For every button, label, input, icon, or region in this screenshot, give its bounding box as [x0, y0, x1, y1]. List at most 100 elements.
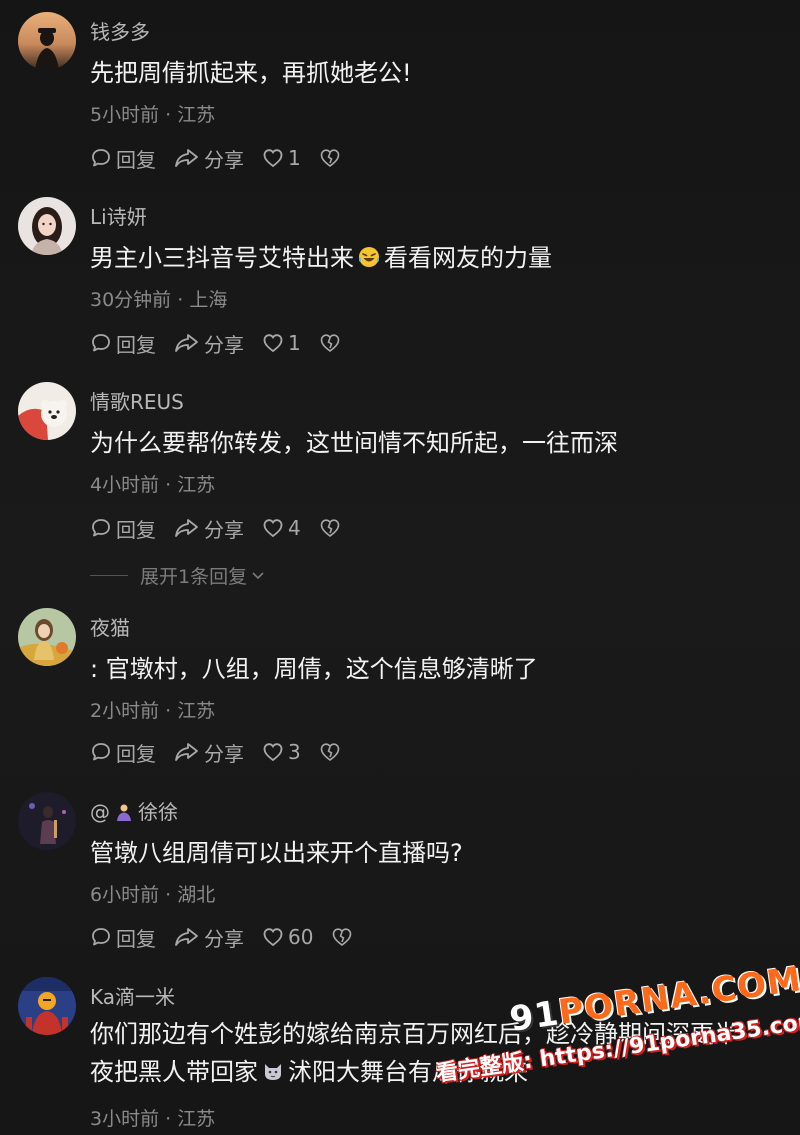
share-button[interactable]: 分享 [174, 923, 244, 952]
username-text: 徐徐 [138, 800, 178, 824]
like-button[interactable]: 60 [262, 925, 313, 949]
comment-time: 4小时前 [90, 474, 160, 496]
cat-emoji-icon [265, 1064, 281, 1080]
comment-actions: 回复 分享 60 [90, 923, 375, 952]
share-icon [175, 519, 198, 537]
share-button[interactable]: 分享 [174, 329, 244, 358]
heart-icon [263, 334, 283, 353]
like-button[interactable]: 1 [262, 146, 301, 170]
like-count: 1 [288, 146, 301, 170]
person-emoji-icon [117, 804, 131, 821]
username-prefix: @ [90, 800, 110, 824]
expand-replies-button[interactable]: 展开1条回复 [90, 562, 267, 588]
like-count: 60 [288, 925, 314, 949]
comment-text: 先把周倩抓起来，再抓她老公! [90, 59, 412, 87]
share-button[interactable]: 分享 [174, 514, 244, 543]
share-icon [175, 743, 198, 761]
avatar[interactable] [18, 382, 76, 440]
comment-location: 上海 [189, 289, 228, 311]
comment-meta: 6小时前 · 湖北 [90, 880, 215, 907]
reply-button[interactable]: 回复 [90, 514, 156, 543]
comment-text: 为什么要帮你转发，这世间情不知所起，一往而深 [90, 429, 618, 457]
comment-text: : 官墩村，八组，周倩，这个信息够清晰了 [90, 655, 538, 683]
comment-username[interactable]: @ 徐徐 [90, 796, 178, 825]
reply-label: 回复 [116, 926, 156, 951]
dislike-button[interactable] [331, 926, 357, 948]
reply-icon [92, 743, 110, 761]
comment-text-line: 你们那边有个姓彭的嫁给南京百万网红后，趁冷静期间深更半 [90, 1020, 738, 1048]
like-count: 3 [288, 740, 301, 764]
comment-actions: 回复 分享 1 [90, 144, 363, 173]
comment-location: 湖北 [177, 884, 216, 906]
reply-button[interactable]: 回复 [90, 329, 156, 358]
comment-text: 男主小三抖音号艾特出来 看看网友的力量 [90, 239, 790, 277]
comment-time: 5小时前 [90, 104, 160, 126]
reply-button[interactable]: 回复 [90, 144, 156, 173]
comment-actions: 回复 分享 4 [90, 514, 363, 543]
meta-separator: · [165, 474, 178, 496]
avatar[interactable] [18, 977, 76, 1035]
share-icon [175, 334, 198, 352]
share-label: 分享 [204, 741, 244, 766]
share-button[interactable]: 分享 [174, 144, 244, 173]
reply-label: 回复 [116, 517, 156, 542]
comment-username[interactable]: Li诗妍 [90, 201, 147, 230]
meta-separator: · [165, 700, 178, 722]
dislike-button[interactable] [319, 517, 345, 539]
reply-icon [92, 149, 110, 167]
comment-meta: 3小时前 · 江苏 [90, 1104, 215, 1131]
share-icon [175, 928, 198, 946]
comment-time: 30分钟前 [90, 289, 172, 311]
comment-location: 江苏 [177, 104, 216, 126]
avatar[interactable] [18, 608, 76, 666]
reply-label: 回复 [116, 332, 156, 357]
reply-button[interactable]: 回复 [90, 923, 156, 952]
comment-actions: 回复 分享 3 [90, 738, 363, 767]
comment-meta: 2小时前 · 江苏 [90, 696, 215, 723]
like-count: 4 [288, 516, 301, 540]
comment-location: 江苏 [177, 474, 216, 496]
comment-time: 6小时前 [90, 884, 160, 906]
like-button[interactable]: 3 [262, 740, 301, 764]
like-button[interactable]: 4 [262, 516, 301, 540]
comment-username[interactable]: Ka滴一米 [90, 981, 175, 1010]
dislike-button[interactable] [319, 741, 345, 763]
share-label: 分享 [204, 332, 244, 357]
comment-text-line: 夜把黑人带回家 沭阳大舞台有瓜你就来 [90, 1053, 790, 1091]
expand-replies-label: 展开1条回复 [140, 565, 248, 588]
broken-heart-icon [333, 928, 352, 947]
comment-text: 管墩八组周倩可以出来开个直播吗? [90, 839, 463, 867]
avatar[interactable] [18, 792, 76, 850]
heart-icon [263, 149, 283, 168]
chevron-down-icon [252, 572, 264, 580]
avatar[interactable] [18, 12, 76, 70]
reply-icon [92, 334, 110, 352]
comment-text-part: 沭阳大舞台有瓜你就来 [288, 1058, 528, 1086]
like-button[interactable]: 1 [262, 331, 301, 355]
reply-label: 回复 [116, 741, 156, 766]
share-button[interactable]: 分享 [174, 738, 244, 767]
comment-list: 钱多多 先把周倩抓起来，再抓她老公! 5小时前 · 江苏 回复 分享 1 Li诗… [0, 0, 800, 1135]
laughing-tears-emoji-icon [359, 247, 379, 267]
avatar[interactable] [18, 197, 76, 255]
comment-username[interactable]: 夜猫 [90, 612, 130, 641]
heart-icon [263, 743, 283, 762]
meta-separator: · [177, 289, 190, 311]
comment-text-part: 夜把黑人带回家 [90, 1058, 258, 1086]
broken-heart-icon [320, 334, 340, 353]
comment-actions: 回复 分享 1 [90, 329, 363, 358]
meta-separator: · [165, 884, 178, 906]
comment-location: 江苏 [177, 1108, 216, 1130]
comment-time: 3小时前 [90, 1108, 160, 1130]
comment-username[interactable]: 钱多多 [90, 16, 150, 45]
dislike-button[interactable] [319, 332, 345, 354]
comment-text-part: 男主小三抖音号艾特出来 [90, 244, 354, 272]
comment-time: 2小时前 [90, 700, 160, 722]
dislike-button[interactable] [319, 147, 345, 169]
comment-meta: 4小时前 · 江苏 [90, 470, 215, 497]
heart-icon [263, 928, 283, 947]
share-label: 分享 [204, 147, 244, 172]
broken-heart-icon [320, 743, 340, 762]
reply-button[interactable]: 回复 [90, 738, 156, 767]
comment-username[interactable]: 情歌REUS [90, 386, 184, 415]
